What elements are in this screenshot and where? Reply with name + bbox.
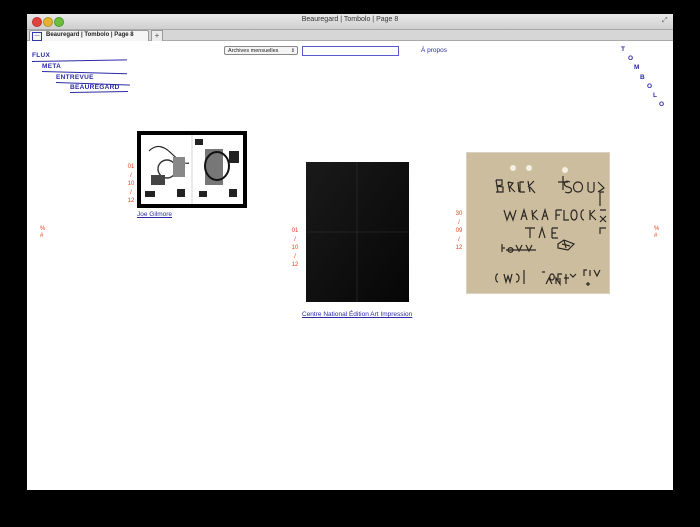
- archives-select-label: Archives mensuelles: [228, 48, 279, 54]
- nav-meta[interactable]: META: [42, 63, 61, 70]
- fullscreen-icon[interactable]: ⤢: [662, 17, 669, 24]
- apropos-link[interactable]: À propos: [421, 47, 447, 54]
- nav-beauregard[interactable]: BEAUREGARD: [70, 84, 120, 91]
- search-input[interactable]: [302, 46, 399, 56]
- pager-next-symbol: %: [654, 226, 660, 232]
- title-bar: Beauregard | Tombolo | Page 8 ⤢: [27, 14, 673, 30]
- post-date: 01/10/12: [291, 228, 299, 268]
- brand-letter: O: [647, 83, 653, 90]
- new-tab-button[interactable]: +: [151, 30, 163, 41]
- brand-letter: B: [640, 74, 645, 81]
- post-thumbnail-joe-gilmore[interactable]: [137, 131, 247, 208]
- post-caption-link[interactable]: Centre National Édition Art Impression: [302, 311, 412, 318]
- page-content: FLUX META ENTREVUE BEAUREGARD Archives m…: [27, 41, 673, 490]
- select-arrows-icon: ⇕: [290, 48, 295, 54]
- brand-letter: O: [628, 55, 634, 62]
- pager-prev[interactable]: % #: [40, 226, 45, 240]
- pager-next[interactable]: % #: [654, 226, 659, 240]
- brand-letter: T: [621, 46, 625, 53]
- post-caption-link[interactable]: Joe Gilmore: [137, 211, 172, 218]
- favicon-icon: —: [32, 32, 42, 41]
- browser-window: Beauregard | Tombolo | Page 8 ⤢ — Beaure…: [27, 14, 673, 490]
- pager-prev-symbol: %: [40, 226, 46, 232]
- pager-prev-symbol: #: [40, 233, 44, 239]
- archives-select[interactable]: Archives mensuelles ⇕: [224, 46, 298, 55]
- post-date: 30/09/12: [455, 211, 463, 251]
- tab-label: Beauregard | Tombolo | Page 8: [46, 32, 134, 38]
- post-thumbnail-flyer[interactable]: [466, 152, 610, 294]
- brand-letter: M: [634, 64, 640, 71]
- post-date: 01/10/12: [127, 164, 135, 204]
- pager-next-symbol: #: [654, 233, 658, 239]
- nav-entrevue[interactable]: ENTREVUE: [56, 74, 94, 81]
- tab-bar: — Beauregard | Tombolo | Page 8 +: [27, 30, 673, 41]
- nav-underline: [31, 59, 127, 62]
- post-thumbnail-cneai[interactable]: [306, 162, 409, 302]
- brand-letter: O: [659, 101, 665, 108]
- brand-letter: L: [653, 92, 657, 99]
- nav-underline: [69, 90, 128, 93]
- tab-beauregard[interactable]: — Beauregard | Tombolo | Page 8: [29, 30, 149, 41]
- nav-flux[interactable]: FLUX: [32, 52, 50, 59]
- window-title: Beauregard | Tombolo | Page 8: [301, 16, 399, 23]
